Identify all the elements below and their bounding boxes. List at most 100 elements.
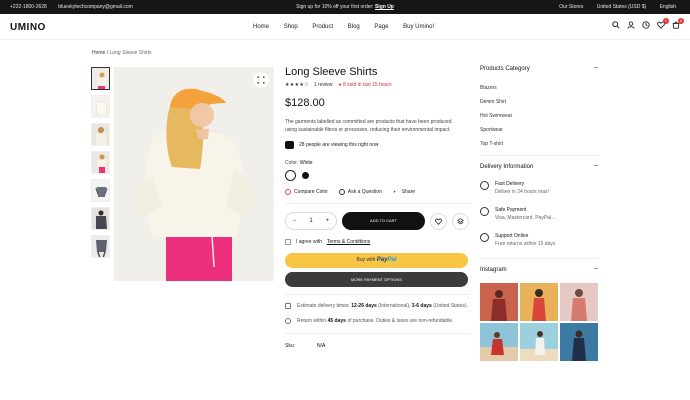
payment-icon [480, 207, 489, 216]
category-hot-swimwear[interactable]: Hot Swimwear [480, 113, 598, 119]
nav-item-blog[interactable]: Blog [348, 24, 360, 30]
category-denim-shirt[interactable]: Denim Shirt [480, 99, 598, 105]
compare-color-button[interactable]: Compare Color [285, 189, 328, 195]
add-to-cart-button[interactable]: ADD TO CART [342, 212, 425, 230]
product-description: The garments labelled as committed are p… [285, 119, 452, 133]
eye-icon [285, 141, 294, 149]
thumbnail-6[interactable] [91, 207, 110, 230]
thumbnail-5[interactable] [91, 179, 110, 202]
divider [480, 258, 598, 259]
search-icon[interactable] [612, 21, 620, 29]
sku-label: Sku: [285, 343, 296, 349]
nav-item-page[interactable]: Page [374, 24, 388, 30]
instagram-photo-6[interactable] [560, 323, 598, 361]
nav-item-buy[interactable]: Buy Umino! [403, 24, 434, 30]
logo[interactable]: UMINO [10, 22, 46, 33]
check-icon [480, 233, 489, 242]
collapse-icon[interactable]: − [594, 163, 598, 170]
buy-row: − 1 + ADD TO CART [285, 212, 470, 230]
divider [285, 294, 470, 295]
delivery-item: Support Online Free returns within 15 day… [480, 232, 598, 248]
category-top-tshirt[interactable]: Top T-shirt [480, 141, 598, 147]
color-label: Color: White [285, 160, 313, 166]
top-bar: +222-1800-2628 blueskytechcompany@gmail.… [0, 0, 690, 14]
our-stores-link[interactable]: Our Stores [559, 4, 583, 10]
delivery-header[interactable]: Delivery Information − [480, 163, 598, 170]
collapse-icon[interactable]: − [594, 65, 598, 72]
signup-link[interactable]: Sign Up [375, 4, 394, 10]
instagram-header[interactable]: Instagram − [480, 266, 598, 273]
history-icon[interactable] [642, 21, 650, 29]
site-header: UMINO Home Shop Product Blog Page Buy Um… [0, 14, 690, 40]
thumbnail-2[interactable] [91, 95, 110, 118]
thumbnail-gallery [91, 67, 110, 263]
product-info: Long Sleeve Shirts ★★★★☆ 1 review ● 8 so… [285, 66, 470, 349]
sku-row: Sku: N/A [285, 343, 470, 349]
color-value: White [299, 160, 313, 166]
wishlist-button[interactable] [430, 212, 447, 230]
instagram-photo-2[interactable] [520, 283, 558, 321]
instagram-photo-1[interactable] [480, 283, 518, 321]
delivery-title: Delivery Information [480, 164, 534, 170]
truck-icon [480, 181, 489, 190]
share-button[interactable]: ⭑ Share [393, 189, 415, 195]
delivery-item: Safe Payment Visa, Mastercard, PayPal... [480, 206, 598, 222]
collapse-icon[interactable]: − [594, 266, 598, 273]
review-count[interactable]: 1 review [314, 82, 333, 88]
divider [285, 203, 470, 204]
promo-text: Sign up for 10% off your first order: [296, 4, 374, 10]
layers-icon [457, 217, 464, 224]
product-price: $128.00 [285, 97, 325, 109]
terms-checkbox[interactable] [285, 239, 291, 245]
categories-header[interactable]: Products Category − [480, 65, 598, 72]
paypal-button[interactable]: Buy with PayPal [285, 253, 468, 268]
main-nav: Home Shop Product Blog Page Buy Umino! [253, 24, 447, 30]
more-payment-options-button[interactable]: MORE PAYMENT OPTIONS [285, 272, 468, 287]
language-select[interactable]: English [660, 4, 676, 10]
terms-link[interactable]: Terms & Conditions [327, 239, 370, 245]
wishlist-icon[interactable]: 1 [657, 18, 669, 29]
quantity-stepper[interactable]: − 1 + [285, 212, 337, 230]
category-sportwear[interactable]: Sportwear [480, 127, 598, 133]
rating-stars: ★★★★☆ [285, 82, 309, 88]
ask-question-button[interactable]: Ask a Question [338, 189, 382, 195]
plus-icon[interactable]: + [325, 218, 329, 224]
delivery-item: Fast Delivery Deliver in 24 hours max! [480, 180, 598, 196]
cart-icon[interactable]: 0 [672, 18, 684, 29]
nav-item-home[interactable]: Home [253, 24, 269, 30]
currency-select[interactable]: United States (USD $) [597, 4, 646, 10]
breadcrumb: Home / Long Sleeve Shirts [92, 50, 152, 56]
delivery-estimate: Estimate delivery times: 12-26 days (Int… [285, 302, 470, 310]
terms-agreement: I agree with Terms & Conditions [285, 239, 470, 245]
product-actions: Compare Color Ask a Question ⭑ Share [285, 189, 470, 195]
minus-icon[interactable]: − [293, 218, 297, 224]
nav-item-product[interactable]: Product [312, 24, 333, 30]
expand-icon[interactable] [253, 72, 269, 88]
box-icon [285, 303, 291, 309]
thumbnail-1[interactable] [91, 67, 110, 90]
quantity-value[interactable]: 1 [309, 218, 312, 224]
thumbnail-7[interactable] [91, 235, 110, 258]
instagram-photo-3[interactable] [560, 283, 598, 321]
main-product-image[interactable] [114, 67, 274, 281]
share-icon: ⭑ [392, 189, 396, 195]
instagram-photo-4[interactable] [480, 323, 518, 361]
divider [285, 333, 470, 334]
thumbnail-3[interactable] [91, 123, 110, 146]
user-icon[interactable] [627, 21, 635, 29]
category-blazers[interactable]: Blazers [480, 85, 598, 91]
return-policy: Return within 45 days of purchase. Dutie… [285, 317, 470, 325]
question-icon [338, 189, 345, 195]
viewers-text: 28 people are viewing this right now [299, 142, 379, 148]
swatch-white[interactable] [285, 170, 296, 181]
compare-button[interactable] [452, 212, 469, 230]
breadcrumb-home[interactable]: Home [92, 50, 105, 56]
swatch-black[interactable] [300, 170, 311, 181]
nav-item-shop[interactable]: Shop [284, 24, 298, 30]
return-icon [285, 318, 291, 324]
breadcrumb-current: Long Sleeve Shirts [109, 50, 152, 56]
thumbnail-4[interactable] [91, 151, 110, 174]
paypal-logo: PayPal [376, 257, 397, 263]
terms-text: I agree with [296, 239, 322, 245]
instagram-photo-5[interactable] [520, 323, 558, 361]
